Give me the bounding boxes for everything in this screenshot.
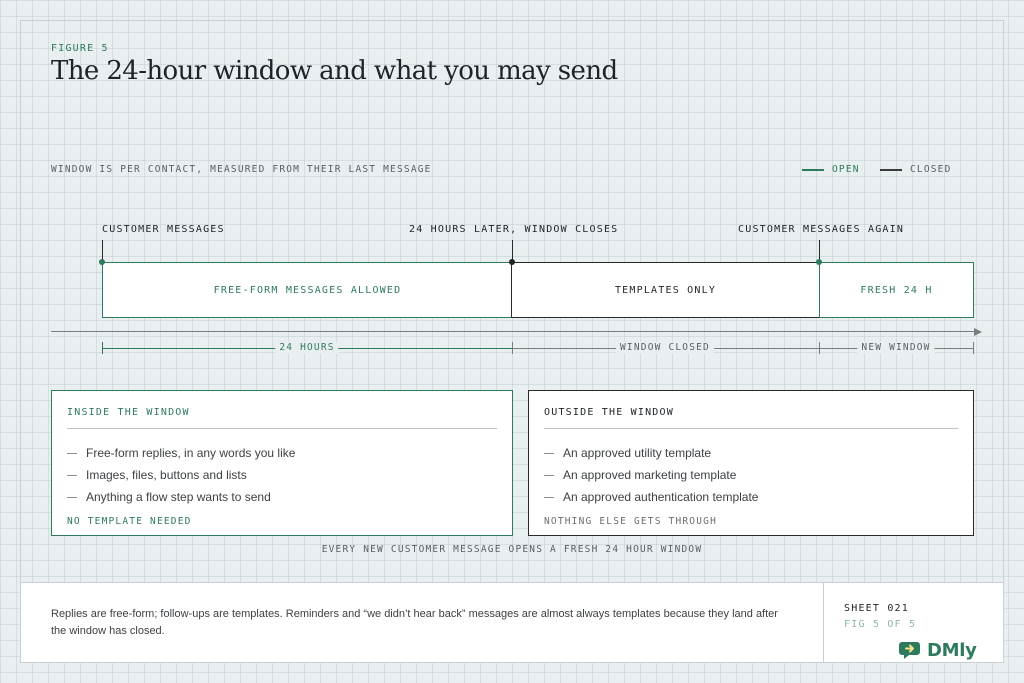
list-item-text: Anything a flow step wants to send bbox=[86, 490, 271, 504]
brand-logo: DMly bbox=[899, 638, 977, 662]
brand-logo-text: DMly bbox=[927, 639, 977, 661]
list-item-text: Images, files, buttons and lists bbox=[86, 468, 247, 482]
segment-fresh-window: FRESH 24 H bbox=[819, 262, 974, 318]
time-axis-arrow-icon bbox=[974, 327, 982, 336]
segment-free-form: FREE-FORM MESSAGES ALLOWED bbox=[102, 262, 513, 318]
panel-inside-title: INSIDE THE WINDOW bbox=[67, 407, 190, 418]
dash-icon bbox=[544, 497, 554, 498]
list-item-text: Free-form replies, in any words you like bbox=[86, 446, 296, 460]
panel-inside-window: INSIDE THE WINDOW Free-form replies, in … bbox=[51, 390, 513, 536]
panel-outside-list: An approved utility template An approved… bbox=[544, 445, 758, 511]
span-label-window-closed: WINDOW CLOSED bbox=[616, 342, 714, 354]
dash-icon bbox=[67, 497, 77, 498]
list-item: Images, files, buttons and lists bbox=[67, 467, 295, 489]
footer: Replies are free-form; follow-ups are te… bbox=[21, 582, 1003, 663]
legend-open: OPEN bbox=[802, 164, 860, 175]
dash-icon bbox=[544, 453, 554, 454]
figure-title: The 24-hour window and what you may send bbox=[51, 56, 618, 86]
footer-divider bbox=[823, 583, 824, 663]
list-item-text: An approved utility template bbox=[563, 446, 712, 460]
span-label-new-window: NEW WINDOW bbox=[857, 342, 935, 354]
chat-bubble-arrow-icon bbox=[899, 642, 920, 659]
segment-templates-only: TEMPLATES ONLY bbox=[511, 262, 820, 318]
panel-inside-list: Free-form replies, in any words you like… bbox=[67, 445, 295, 511]
span-cap bbox=[819, 342, 820, 354]
list-item: An approved authentication template bbox=[544, 489, 758, 511]
figure-caption: EVERY NEW CUSTOMER MESSAGE OPENS A FRESH… bbox=[321, 544, 703, 555]
list-item: An approved utility template bbox=[544, 445, 758, 467]
event-dot bbox=[816, 259, 822, 265]
time-axis bbox=[51, 331, 975, 332]
list-item-text: An approved marketing template bbox=[563, 468, 737, 482]
event-label-window-closes: 24 HOURS LATER, WINDOW CLOSES bbox=[409, 224, 619, 235]
legend-closed-swatch bbox=[880, 168, 902, 171]
dash-icon bbox=[67, 475, 77, 476]
event-label-customer-messages: CUSTOMER MESSAGES bbox=[102, 224, 225, 235]
panel-outside-footer: NOTHING ELSE GETS THROUGH bbox=[544, 516, 717, 527]
span-label-24-hours: 24 HOURS bbox=[275, 342, 339, 354]
span-cap bbox=[102, 342, 103, 354]
legend-open-swatch bbox=[802, 168, 824, 171]
list-item: An approved marketing template bbox=[544, 467, 758, 489]
span-cap bbox=[973, 342, 974, 354]
list-item-text: An approved authentication template bbox=[563, 490, 759, 504]
figure-reference: FIG 5 OF 5 bbox=[844, 619, 917, 630]
panel-outside-window: OUTSIDE THE WINDOW An approved utility t… bbox=[528, 390, 974, 536]
footer-note: Replies are free-form; follow-ups are te… bbox=[51, 608, 778, 637]
legend-open-label: OPEN bbox=[832, 164, 860, 175]
event-label-customer-messages-again: CUSTOMER MESSAGES AGAIN bbox=[738, 224, 905, 235]
legend-closed-label: CLOSED bbox=[910, 164, 952, 175]
list-item: Anything a flow step wants to send bbox=[67, 489, 295, 511]
panel-outside-title: OUTSIDE THE WINDOW bbox=[544, 407, 674, 418]
panel-divider bbox=[67, 428, 497, 429]
panel-inside-footer: NO TEMPLATE NEEDED bbox=[67, 516, 192, 527]
sheet-number: SHEET 021 bbox=[844, 603, 909, 614]
list-item: Free-form replies, in any words you like bbox=[67, 445, 295, 467]
event-dot bbox=[509, 259, 515, 265]
dash-icon bbox=[67, 453, 77, 454]
panel-divider bbox=[544, 428, 958, 429]
event-dot bbox=[99, 259, 105, 265]
figure-label: FIGURE 5 bbox=[51, 43, 109, 54]
legend-closed: CLOSED bbox=[880, 164, 952, 175]
span-cap bbox=[512, 342, 513, 354]
figure-subtitle: WINDOW IS PER CONTACT, MEASURED FROM THE… bbox=[51, 164, 432, 175]
dash-icon bbox=[544, 475, 554, 476]
